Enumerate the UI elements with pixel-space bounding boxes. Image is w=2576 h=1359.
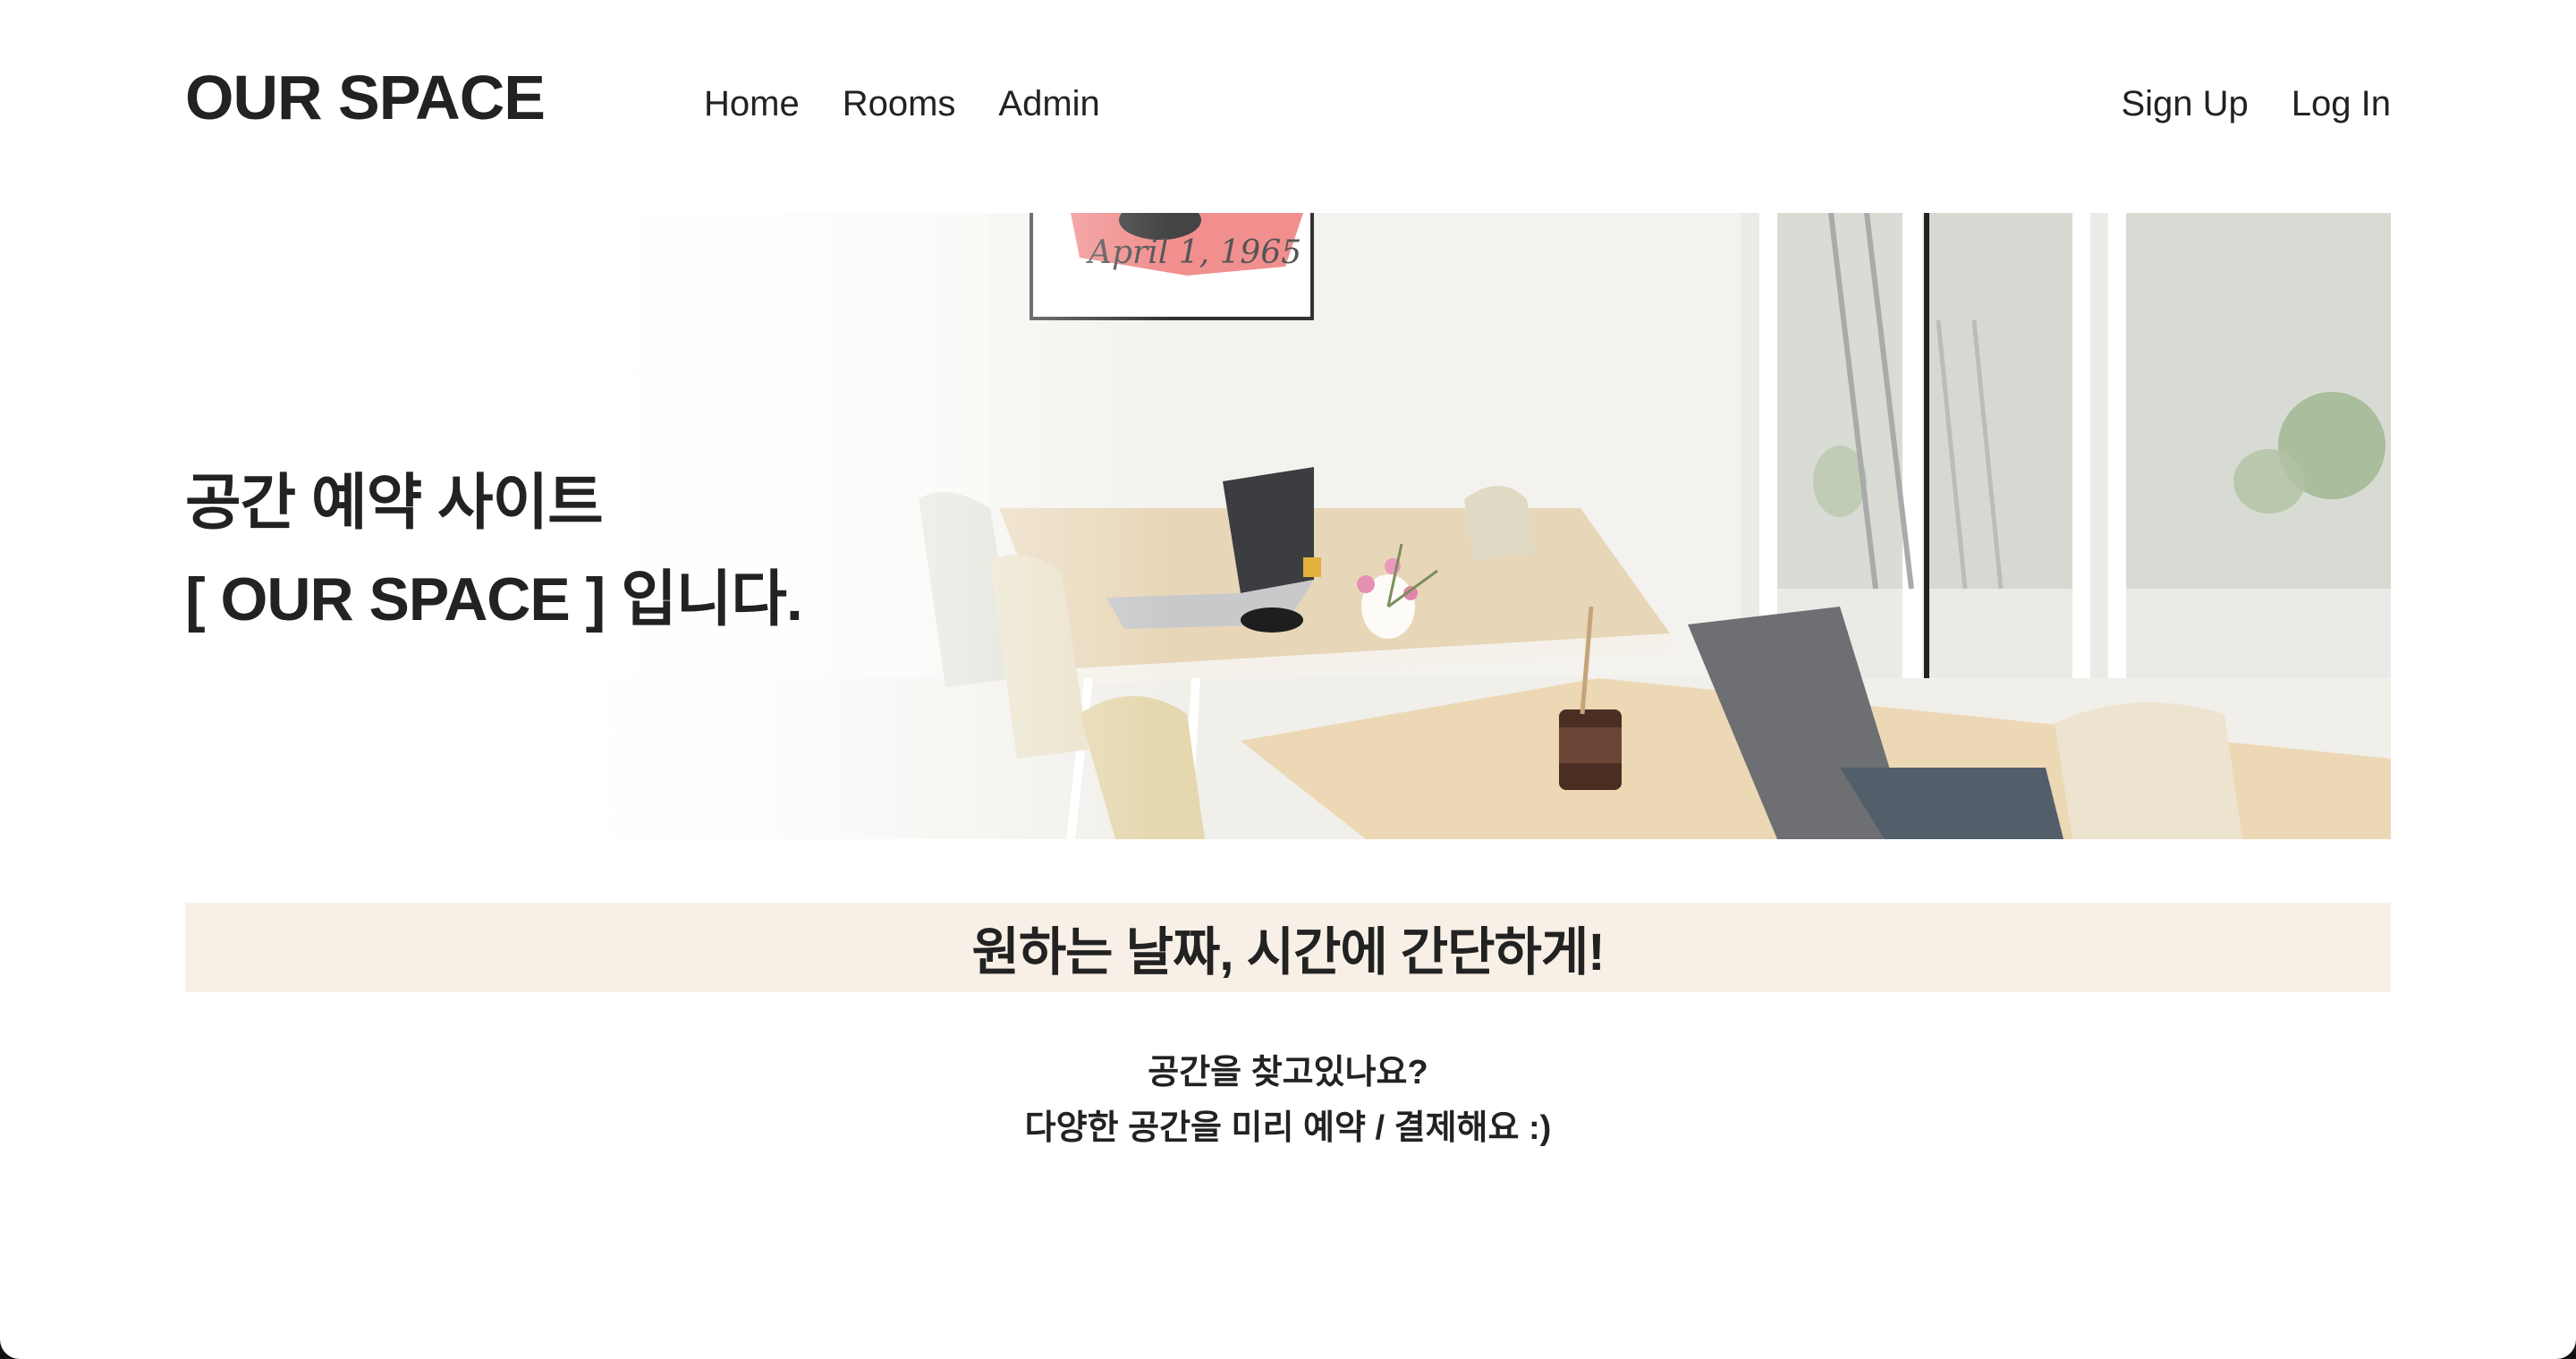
main-nav: Home Rooms Admin xyxy=(704,86,1100,122)
tagline-text: 원하는 날짜, 시간에 간단하게! xyxy=(971,923,1605,981)
intro-text: 공간을 찾고있나요? 다양한 공간을 미리 예약 / 결제해요 :) xyxy=(0,1045,2576,1156)
nav-admin-link[interactable]: Admin xyxy=(998,86,1099,122)
auth-links: Sign Up Log In xyxy=(2121,86,2391,122)
nav-home-link[interactable]: Home xyxy=(704,86,800,122)
hero-heading-line1: 공간 예약 사이트 xyxy=(185,469,604,537)
intro-line1: 공간을 찾고있나요? xyxy=(1148,1054,1428,1091)
site-logo[interactable]: OUR SPACE xyxy=(185,66,546,129)
hero-heading: 공간 예약 사이트 [ OUR SPACE ] 입니다. xyxy=(185,454,803,648)
signup-link[interactable]: Sign Up xyxy=(2121,86,2248,122)
site-header: OUR SPACE Home Rooms Admin Sign Up Log I… xyxy=(185,54,2391,161)
nav-rooms-link[interactable]: Rooms xyxy=(843,86,956,122)
hero-heading-line2: [ OUR SPACE ] 입니다. xyxy=(185,565,803,633)
login-link[interactable]: Log In xyxy=(2292,86,2391,122)
browser-window: OUR SPACE Home Rooms Admin Sign Up Log I… xyxy=(0,0,2576,1359)
hero-section: April 1, 1965 공간 예약 사이트 [OUR SPACE] 입니… xyxy=(185,213,2391,839)
intro-line2: 다양한 공간을 미리 예약 / 결제해요 :) xyxy=(1024,1109,1552,1147)
tagline-banner: 원하는 날짜, 시간에 간단하게! xyxy=(185,903,2391,992)
